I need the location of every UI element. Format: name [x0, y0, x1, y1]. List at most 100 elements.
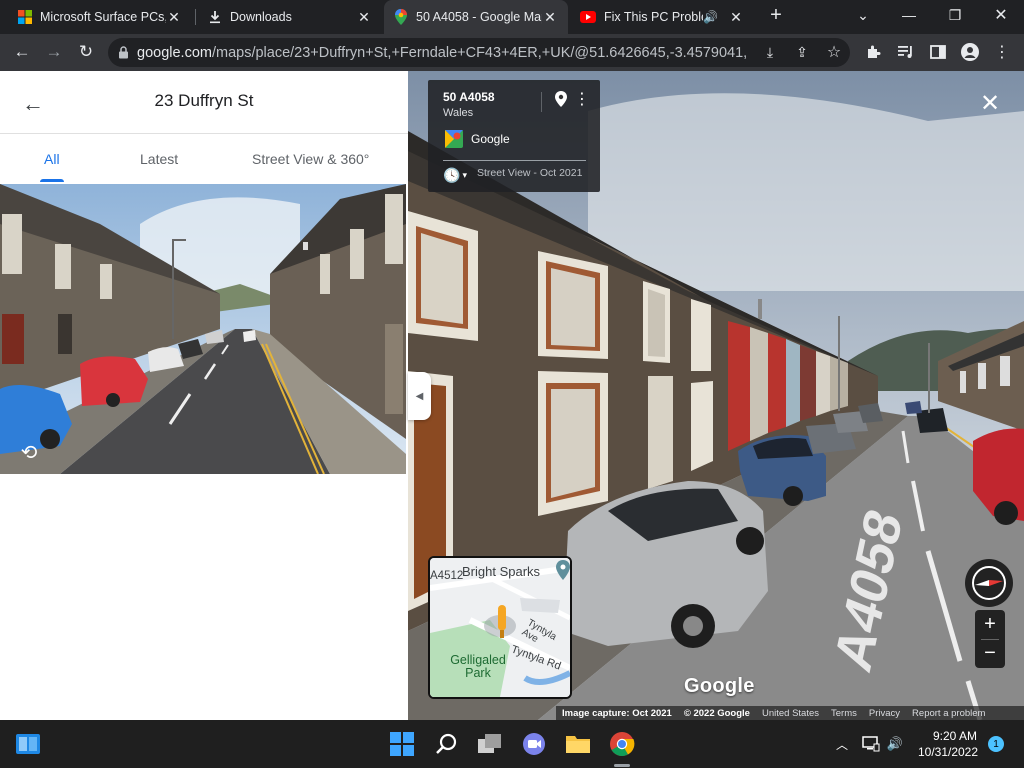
- address-bar[interactable]: google.com/maps/place/23+Duffryn+St,+Fer…: [108, 38, 850, 67]
- audio-playing-icon[interactable]: 🔊: [703, 10, 718, 24]
- road-number-label: A4512: [430, 570, 464, 582]
- region-name: Wales: [443, 107, 474, 119]
- puzzle-icon: [868, 45, 881, 58]
- forward-button[interactable]: →: [40, 38, 68, 66]
- tab-youtube[interactable]: Fix This PC Problem 🔊 ✕: [570, 0, 754, 34]
- tab-latest[interactable]: Latest: [140, 135, 178, 183]
- mini-map[interactable]: A4512 Bright Sparks Tyntyla Ave Tyntyla …: [428, 556, 572, 699]
- chat-shape: [523, 733, 545, 755]
- notification-badge[interactable]: 1: [988, 736, 1004, 752]
- profile-avatar-icon[interactable]: [959, 41, 981, 63]
- person-icon: [961, 43, 979, 61]
- reload-button[interactable]: ↻: [72, 38, 100, 66]
- tab-title: Fix This PC Problem: [604, 10, 703, 24]
- compass-control[interactable]: [965, 559, 1013, 607]
- time-travel-history-icon[interactable]: 🕓 ▾: [443, 166, 473, 184]
- running-app-indicator: [614, 764, 630, 767]
- google-maps-icon: [395, 9, 407, 25]
- teams-chat-icon[interactable]: [518, 728, 550, 760]
- park-label: Gelligaled Park: [450, 653, 506, 680]
- widgets-shape: [16, 734, 40, 754]
- road-name: 50 A4058: [443, 90, 495, 104]
- close-window-button[interactable]: ✕: [978, 0, 1024, 30]
- tab-google-maps[interactable]: 50 A4058 - Google Maps ✕: [384, 0, 568, 34]
- location-pin-icon[interactable]: [554, 90, 568, 108]
- tab-strip: Microsoft Surface PCs, C ✕ Downloads ✕ 5…: [0, 0, 1024, 34]
- microsoft-logo-icon: [18, 10, 32, 24]
- close-tab-icon[interactable]: ✕: [728, 9, 744, 25]
- show-hidden-icons-chevron-icon[interactable]: ︿: [834, 736, 850, 752]
- capture-date: Street View - Oct 2021: [477, 167, 583, 179]
- file-explorer-icon[interactable]: [562, 728, 594, 760]
- place-label: Bright Sparks: [462, 564, 541, 579]
- panel-header: ← 23 Duffryn St: [0, 71, 408, 134]
- browser-toolbar: ← → ↻ google.com/maps/place/23+Duffryn+S…: [0, 34, 1024, 71]
- media-control-icon[interactable]: [895, 41, 917, 63]
- copyright: © 2022 Google: [683, 707, 750, 719]
- photo-tabs: All Latest Street View & 360°: [0, 135, 408, 183]
- windows-logo-icon: [390, 732, 414, 756]
- volume-icon[interactable]: 🔊: [886, 735, 904, 753]
- chrome-icon[interactable]: [606, 728, 638, 760]
- place-title: 23 Duffryn St: [154, 91, 254, 110]
- clock-time[interactable]: 9:20 AM: [930, 729, 980, 743]
- search-icon[interactable]: [430, 728, 462, 760]
- side-panel-icon[interactable]: [927, 41, 949, 63]
- country-link[interactable]: United States: [762, 708, 819, 719]
- share-icon[interactable]: ⇪: [791, 41, 813, 63]
- divider: [443, 160, 586, 161]
- minimize-button[interactable]: —: [886, 0, 932, 30]
- attribution-bar: Image capture: Oct 2021 © 2022 Google Un…: [556, 706, 1024, 720]
- tab-title: 50 A4058 - Google Maps: [416, 10, 542, 24]
- lock-icon[interactable]: [118, 46, 129, 59]
- tab-search-icon[interactable]: ⌄: [840, 0, 886, 30]
- tab-downloads[interactable]: Downloads ✕: [198, 0, 382, 34]
- url-text: google.com/maps/place/23+Duffryn+St,+Fer…: [137, 44, 747, 61]
- dropdown-caret-icon: ▾: [462, 169, 467, 180]
- tab-street-view-360[interactable]: Street View & 360°: [252, 135, 369, 183]
- google-maps-icon: [445, 130, 463, 148]
- youtube-icon: [580, 11, 596, 23]
- side-panel-shape: [930, 45, 946, 59]
- install-app-icon[interactable]: ⤓: [759, 41, 781, 63]
- rotate-360-icon: ⟲: [20, 441, 38, 464]
- street-photo-thumbnail[interactable]: ⟲: [0, 184, 406, 474]
- street-view-info-card: 50 A4058 Wales ⋮ Google 🕓 ▾ Street View -…: [428, 80, 600, 192]
- monitor-shape: [862, 736, 880, 752]
- bookmark-star-icon[interactable]: ☆: [823, 41, 845, 63]
- task-view-icon[interactable]: [474, 728, 506, 760]
- start-button[interactable]: [386, 728, 418, 760]
- collapse-panel-button[interactable]: ◀: [408, 372, 431, 420]
- widgets-icon[interactable]: [12, 728, 44, 760]
- compass-icon: [972, 566, 1006, 600]
- chrome-logo: [610, 732, 635, 757]
- close-tab-icon[interactable]: ✕: [356, 9, 372, 25]
- task-view-shape: [478, 734, 501, 753]
- divider: [541, 92, 542, 112]
- restore-button[interactable]: ❐: [932, 0, 978, 30]
- privacy-link[interactable]: Privacy: [869, 708, 900, 719]
- download-icon: [210, 11, 220, 24]
- extensions-puzzle-icon[interactable]: [863, 41, 885, 63]
- zoom-out-button[interactable]: −: [975, 639, 1005, 668]
- pin-shape: [555, 91, 567, 107]
- close-street-view-button[interactable]: ✕: [975, 88, 1005, 118]
- tab-microsoft[interactable]: Microsoft Surface PCs, C ✕: [8, 0, 192, 34]
- close-tab-icon[interactable]: ✕: [166, 9, 182, 25]
- tab-divider: [195, 9, 196, 25]
- tab-all[interactable]: All: [44, 135, 60, 183]
- new-tab-button[interactable]: +: [754, 0, 798, 30]
- google-logo: Google: [684, 675, 755, 697]
- menu-kebab-icon[interactable]: ⋮: [991, 41, 1013, 63]
- terms-link[interactable]: Terms: [831, 708, 857, 719]
- report-problem-link[interactable]: Report a problem: [912, 708, 985, 719]
- network-display-icon[interactable]: [862, 735, 880, 753]
- image-capture-date: Image capture: Oct 2021: [562, 707, 672, 719]
- more-options-icon[interactable]: ⋮: [574, 90, 590, 108]
- zoom-in-button[interactable]: +: [975, 610, 1005, 639]
- close-tab-icon[interactable]: ✕: [542, 9, 558, 25]
- place-photos-panel: ← 23 Duffryn St All Latest Street View &…: [0, 71, 408, 720]
- clock-date[interactable]: 10/31/2022: [916, 745, 980, 759]
- back-button[interactable]: ←: [8, 38, 36, 66]
- photo-author[interactable]: Google: [471, 132, 510, 146]
